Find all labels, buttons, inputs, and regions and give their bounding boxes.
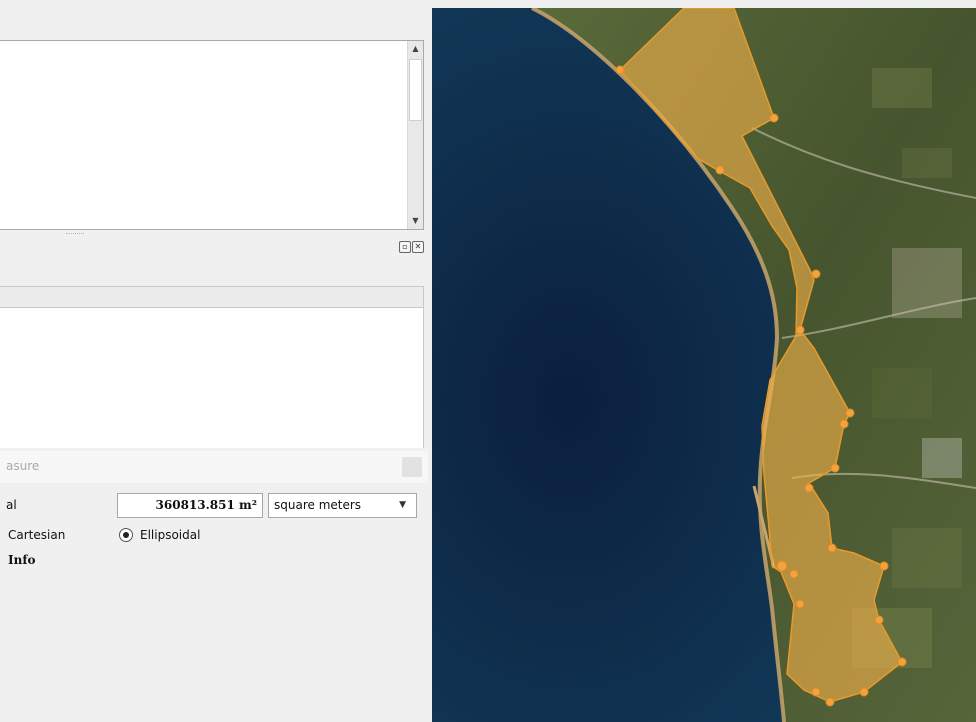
results-table-body[interactable] [0, 308, 424, 448]
measure-title-bar: asure [0, 451, 428, 483]
scroll-up-icon[interactable]: ▲ [408, 41, 423, 57]
map-canvas[interactable] [432, 8, 976, 722]
radio-selected-dot [123, 532, 129, 538]
close-icon[interactable]: ✕ [412, 241, 424, 253]
chevron-down-icon: ▼ [399, 500, 406, 510]
units-select[interactable]: square meters ▼ [268, 493, 417, 518]
units-select-value: square meters [274, 498, 362, 512]
radio-ellipsoidal[interactable] [119, 528, 133, 542]
scrollbar-thumb[interactable] [409, 59, 422, 121]
measure-title: asure [6, 459, 40, 473]
upper-list-panel[interactable]: ▲ ▼ [0, 40, 424, 230]
info-section-label: Info [8, 553, 36, 567]
splitter-handle[interactable] [66, 233, 84, 236]
radio-cartesian-label[interactable]: Cartesian [8, 528, 65, 542]
float-window-icon[interactable]: ▫ [399, 241, 411, 253]
total-label: al [6, 498, 17, 512]
map-svg[interactable] [432, 8, 976, 722]
vertical-scrollbar[interactable]: ▲ ▼ [407, 41, 423, 229]
radio-ellipsoidal-label[interactable]: Ellipsoidal [140, 528, 200, 542]
results-table-header [0, 286, 424, 308]
total-area-field[interactable]: 360813.851 m² [117, 493, 263, 518]
left-panel: ▲ ▼ ▫ ✕ asure al 360813.851 m² square me… [0, 0, 432, 722]
measure-close-button[interactable] [402, 457, 422, 477]
scroll-down-icon[interactable]: ▼ [408, 213, 423, 229]
